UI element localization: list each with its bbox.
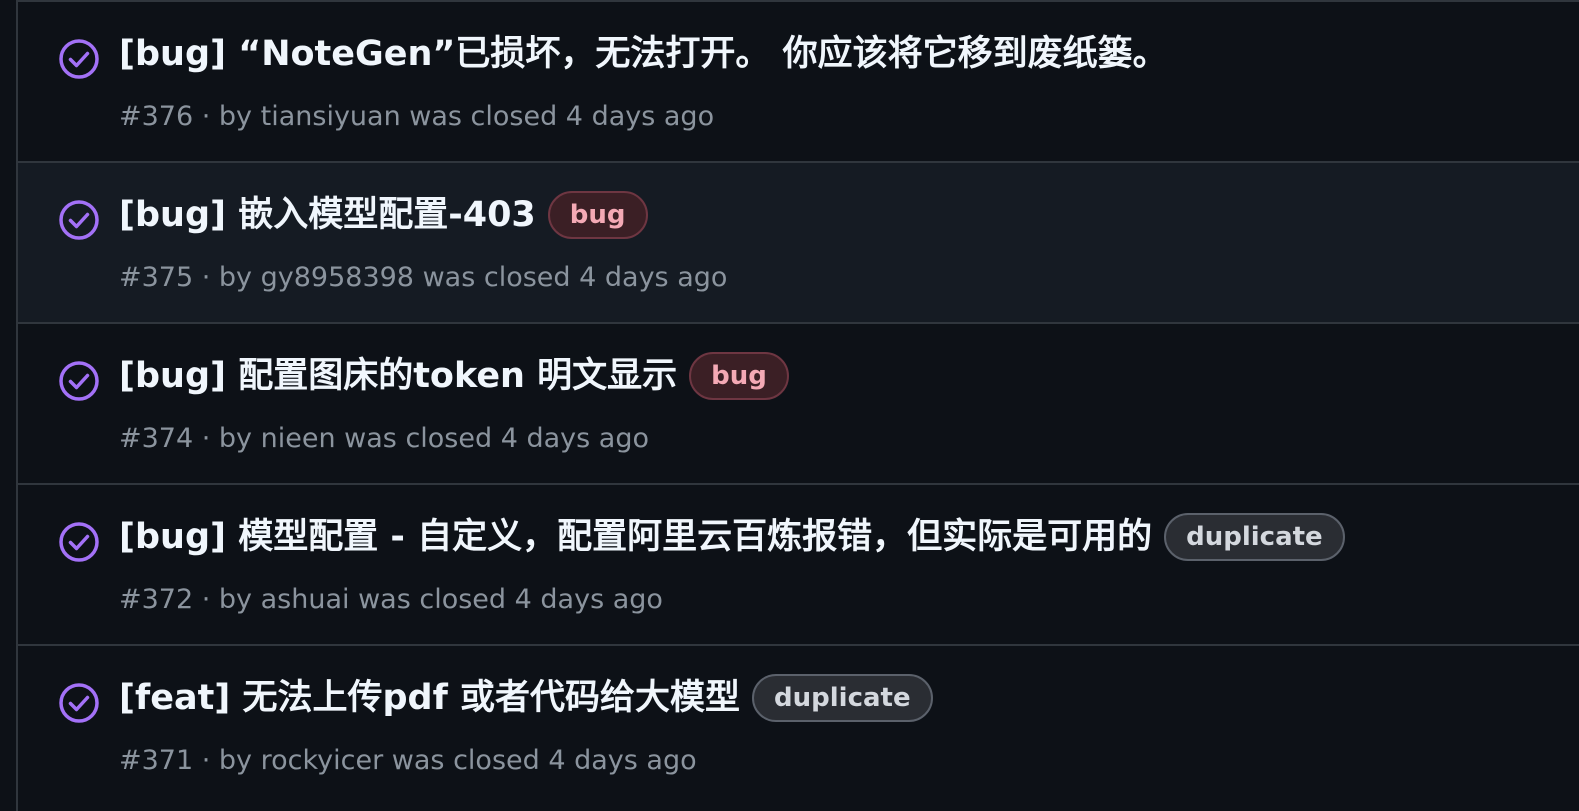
label-bug[interactable]: bug [689,352,789,400]
issue-title-link[interactable]: [bug] “NoteGen”已损坏，无法打开。 你应该将它移到废纸篓。 [119,28,1168,80]
issue-title-link[interactable]: [feat] 无法上传pdf 或者代码给大模型 [119,672,740,724]
issue-row[interactable]: [bug] 嵌入模型配置-403 bug #375 · by gy8958398… [18,163,1579,324]
issue-author-link[interactable]: tiansiyuan [261,101,401,132]
issue-title-line: [bug] 配置图床的token 明文显示 bug [119,350,789,402]
closed-check-icon [59,39,99,79]
issue-status-text: was closed 4 days ago [335,423,649,454]
issue-meta: #371 · by rockyicer was closed 4 days ag… [119,741,697,781]
issue-author-link[interactable]: ashuai [261,584,350,615]
label-bug[interactable]: bug [547,191,648,239]
issue-title-line: [bug] “NoteGen”已损坏，无法打开。 你应该将它移到废纸篓。 [119,28,1168,80]
issue-by-text: · by [193,745,261,776]
issue-row[interactable]: [feat] 无法上传pdf 或者代码给大模型 duplicate #371 ·… [18,646,1579,807]
issue-title-line: [bug] 模型配置 - 自定义，配置阿里云百炼报错，但实际是可用的 dupli… [119,511,1345,563]
issue-number: #376 [119,101,194,132]
issue-number: #372 [119,584,194,615]
issue-by-text: · by [193,101,261,132]
issue-meta: #372 · by ashuai was closed 4 days ago [119,580,663,620]
closed-check-icon [59,683,99,723]
label-duplicate[interactable]: duplicate [1164,513,1345,561]
issue-title-link[interactable]: [bug] 模型配置 - 自定义，配置阿里云百炼报错，但实际是可用的 [119,511,1152,563]
issue-number: #371 [119,745,194,776]
issue-number: #374 [119,423,194,454]
issue-title-line: [feat] 无法上传pdf 或者代码给大模型 duplicate [119,672,933,724]
issue-by-text: · by [193,423,261,454]
issue-row[interactable]: [bug] “NoteGen”已损坏，无法打开。 你应该将它移到废纸篓。 #37… [18,2,1579,163]
issue-author-link[interactable]: gy8958398 [261,262,414,293]
issue-status-text: was closed 4 days ago [383,745,697,776]
issue-status-text: was closed 4 days ago [349,584,663,615]
issue-title-link[interactable]: [bug] 嵌入模型配置-403 [119,189,536,241]
issue-meta: #374 · by nieen was closed 4 days ago [119,419,649,459]
issue-meta: #375 · by gy8958398 was closed 4 days ag… [119,258,727,298]
issue-status-text: was closed 4 days ago [400,101,715,132]
label-duplicate[interactable]: duplicate [752,674,933,722]
issue-list: [bug] “NoteGen”已损坏，无法打开。 你应该将它移到废纸篓。 #37… [16,0,1579,811]
issue-meta: #376 · by tiansiyuan was closed 4 days a… [119,97,714,137]
issue-by-text: · by [193,262,261,293]
issue-author-link[interactable]: rockyicer [261,745,384,776]
issue-row[interactable]: [bug] 配置图床的token 明文显示 bug #374 · by niee… [18,324,1579,485]
issue-row[interactable]: [bug] 模型配置 - 自定义，配置阿里云百炼报错，但实际是可用的 dupli… [18,485,1579,646]
issue-status-text: was closed 4 days ago [414,262,728,293]
closed-check-icon [59,361,99,401]
closed-check-icon [59,522,99,562]
issue-by-text: · by [193,584,261,615]
issue-number: #375 [119,262,194,293]
closed-check-icon [59,200,99,240]
issue-title-link[interactable]: [bug] 配置图床的token 明文显示 [119,350,677,402]
issue-author-link[interactable]: nieen [261,423,336,454]
issue-title-line: [bug] 嵌入模型配置-403 bug [119,189,648,241]
